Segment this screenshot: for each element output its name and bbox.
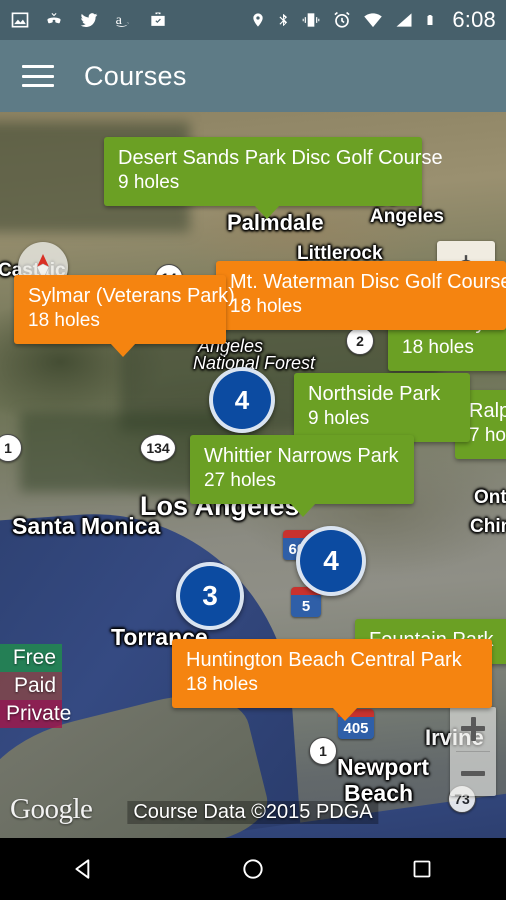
course-name: Northside Park [308, 383, 441, 405]
recents-button[interactable] [377, 838, 467, 900]
missed-call-icon [47, 13, 61, 24]
road-shield-2: 2 [346, 327, 374, 355]
course-holes: 18 holes [230, 296, 302, 317]
callout-pointer [290, 503, 316, 517]
course-name: Huntington Beach Central Park [186, 649, 462, 671]
google-logo: Google [10, 793, 93, 825]
course-holes: 18 holes [28, 310, 100, 331]
course-callout-whittier-narrows[interactable]: Whittier Narrows Park 27 holes [190, 435, 414, 517]
course-name: Whittier Narrows Park [204, 445, 399, 467]
wifi-icon [364, 13, 383, 28]
map-attribution: Course Data ©2015 PDGA [127, 801, 379, 824]
callout-pointer [332, 707, 358, 721]
twitter-icon [80, 13, 98, 28]
alarm-icon [334, 11, 350, 28]
course-holes: 7 hol [469, 425, 506, 446]
status-bar-left-icons: a [10, 10, 168, 30]
course-callout-sylmar[interactable]: Sylmar (Veterans Park) 18 holes [14, 275, 235, 357]
map-label-chino: Chino [470, 516, 506, 537]
recents-square-icon [413, 860, 431, 878]
map-legend: Free Paid Private [0, 644, 71, 728]
status-bar: a 6:08 [0, 0, 506, 40]
cluster-marker[interactable]: 4 [296, 526, 366, 596]
vibrate-icon [303, 13, 320, 27]
svg-text:a: a [116, 12, 123, 28]
course-holes: 9 holes [308, 408, 370, 429]
zoom-out-button[interactable] [450, 752, 496, 796]
hamburger-menu-icon[interactable] [22, 65, 54, 87]
android-nav-bar [0, 838, 506, 900]
image-icon [11, 12, 29, 28]
zoom-in-button[interactable] [450, 707, 496, 751]
course-name: Desert Sands Park Disc Golf Course [118, 147, 443, 169]
map-label-angeles-county: Angeles [370, 206, 444, 227]
course-name: Mt. Waterman Disc Golf Course [230, 271, 506, 293]
course-callout-mt-waterman[interactable]: Mt. Waterman Disc Golf Course 18 holes [216, 261, 506, 330]
road-shield-1-coast: 1 [309, 737, 337, 765]
bluetooth-icon [279, 14, 288, 26]
home-button[interactable] [208, 838, 298, 900]
cluster-marker[interactable]: 4 [209, 367, 275, 433]
course-holes: 18 holes [186, 674, 258, 695]
map-label-newport: Newport [337, 754, 429, 780]
legend-item-free: Free [0, 644, 62, 672]
cluster-count: 4 [323, 545, 339, 576]
page-title: Courses [84, 60, 187, 91]
course-callout-huntington-beach[interactable]: Huntington Beach Central Park 18 holes [172, 639, 492, 721]
course-callout-desert-sands[interactable]: Desert Sands Park Disc Golf Course 9 hol… [104, 137, 443, 219]
cluster-marker[interactable]: 3 [176, 562, 244, 630]
cluster-count: 4 [234, 384, 250, 415]
amazon-icon: a [116, 12, 129, 28]
signal-icon [396, 13, 412, 27]
map-label-santa-monica: Santa Monica [12, 513, 161, 539]
location-icon [253, 13, 264, 27]
legend-item-private: Private [0, 700, 71, 728]
cluster-count: 3 [202, 580, 218, 611]
briefcase-check-icon [151, 12, 165, 26]
app-bar: Courses [0, 40, 506, 112]
course-holes: 18 holes [402, 337, 474, 358]
zoom-controls[interactable] [450, 707, 496, 796]
callout-pointer [110, 343, 136, 357]
map-label-ontario: Ont [474, 487, 506, 508]
map-view[interactable]: Palmdale Littlerock os Angeles Castaic A… [0, 112, 506, 838]
callout-pointer [254, 205, 280, 219]
road-shield-134: 134 [140, 434, 176, 462]
phone-screen: a 6:08 Courses Palmdale Littlerock Angel… [0, 0, 506, 900]
plus-icon [461, 717, 485, 741]
home-circle-icon [243, 859, 263, 879]
status-bar-clock: 6:08 [452, 7, 496, 32]
course-name: Sylmar (Veterans Park) [28, 285, 235, 307]
status-bar-right-icons: 6:08 [250, 7, 496, 33]
course-holes: 27 holes [204, 470, 276, 491]
back-triangle-icon [75, 859, 90, 879]
minus-icon [461, 762, 485, 786]
course-callout-northside[interactable]: Northside Park 9 holes [294, 373, 470, 442]
legend-item-paid: Paid [0, 672, 62, 700]
back-button[interactable] [39, 838, 129, 900]
battery-icon [427, 15, 433, 25]
course-name: Ralph [469, 400, 506, 422]
course-holes: 9 holes [118, 172, 180, 193]
